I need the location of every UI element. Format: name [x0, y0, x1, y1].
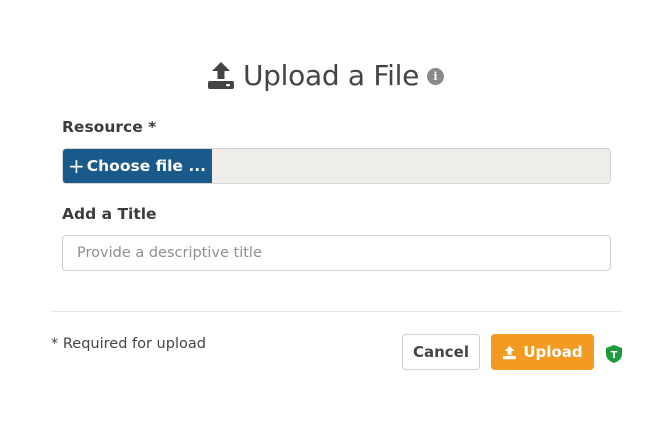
file-picker[interactable]: + Choose file ... — [62, 148, 611, 184]
plus-icon: + — [68, 154, 85, 178]
choose-file-label: Choose file ... — [86, 157, 206, 175]
shield-letter: T — [611, 350, 618, 361]
title-label: Add a Title — [62, 205, 157, 223]
dialog-header: Upload a File i — [0, 56, 657, 94]
upload-label: Upload — [523, 343, 583, 361]
title-input[interactable] — [62, 235, 611, 271]
upload-icon — [503, 345, 517, 359]
choose-file-button[interactable]: + Choose file ... — [63, 149, 212, 183]
divider — [51, 311, 622, 312]
upload-button[interactable]: Upload — [491, 334, 594, 370]
required-note: * Required for upload — [51, 336, 206, 352]
page-title: Upload a File — [242, 58, 420, 92]
upload-dialog: Upload a File i Resource * + Choose file… — [0, 0, 657, 423]
info-icon[interactable]: i — [427, 67, 445, 85]
upload-icon — [207, 62, 234, 89]
shield-icon[interactable]: T — [605, 344, 623, 364]
cancel-button[interactable]: Cancel — [402, 334, 480, 370]
resource-label: Resource * — [62, 118, 157, 136]
cancel-label: Cancel — [412, 343, 469, 361]
